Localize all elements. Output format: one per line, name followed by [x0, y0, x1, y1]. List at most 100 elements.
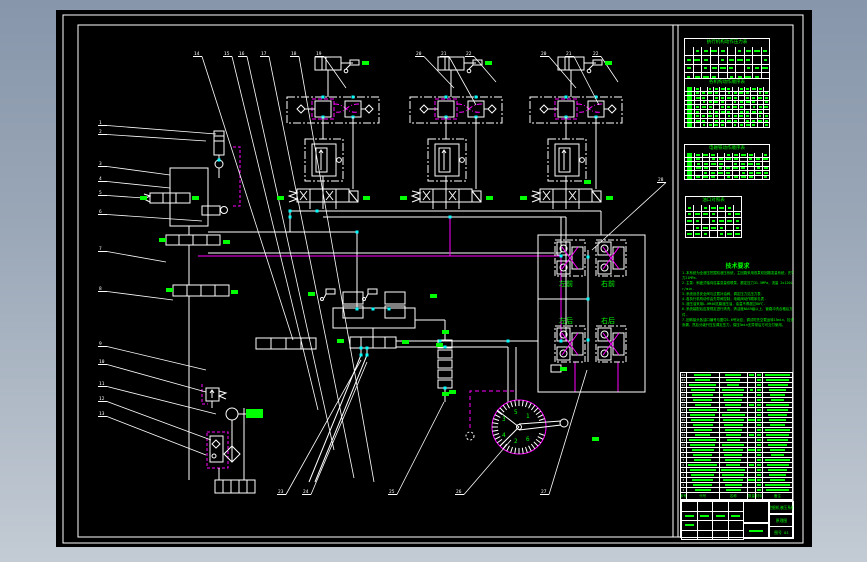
junction-dot	[559, 254, 563, 258]
cad-canvas[interactable]: 左前 右前 左后 右后 3 5 1 4 2 6 14 15 16 17 18 19 20 21…	[56, 10, 812, 547]
table-symbol	[687, 114, 692, 118]
bom-cell	[720, 393, 748, 397]
table-cell	[755, 153, 762, 157]
table-cell	[693, 55, 701, 64]
table-cell	[738, 87, 744, 91]
table-grid	[685, 153, 769, 179]
table-mark	[745, 124, 750, 127]
title-block-cell	[696, 529, 713, 540]
table-cell	[685, 114, 694, 118]
component-tag	[400, 196, 407, 200]
table-cell	[702, 64, 710, 73]
table-mark	[714, 115, 718, 118]
table-cell	[710, 171, 717, 175]
swivel-port-number: 4	[502, 432, 506, 439]
table-cell	[732, 153, 739, 157]
bom-cell	[748, 393, 757, 397]
table-cell	[710, 64, 718, 73]
notes-line: 1.本系统为全液压挖掘机液压系统，主回路采用双泵双回路变量系统，先导操纵，工作压	[682, 271, 793, 275]
table-cell	[710, 47, 718, 55]
bom-mark	[765, 404, 790, 406]
balloon: 28	[591, 177, 667, 251]
table-cell	[755, 175, 762, 179]
sequence-table-1: 执行机构动作压力表	[684, 38, 770, 82]
motor-label-left-front: 左前	[559, 279, 573, 288]
table-symbol	[687, 157, 692, 161]
table-mark	[729, 67, 734, 70]
table-cell	[702, 205, 709, 211]
valve-group-1	[286, 56, 380, 210]
table-mark	[694, 233, 701, 236]
bom-cell	[763, 453, 792, 457]
bom-mark	[748, 419, 755, 421]
table-mark	[733, 96, 737, 99]
bom-qty-mark	[757, 413, 762, 417]
component-tag	[308, 292, 315, 296]
table-cell	[713, 114, 719, 118]
component-tag	[436, 343, 443, 347]
component-tags	[140, 61, 613, 441]
table-mark	[752, 105, 756, 108]
component-tag	[362, 61, 369, 65]
table-cell	[686, 205, 693, 211]
bom-mark	[693, 429, 712, 431]
bom-qty-mark	[757, 433, 762, 437]
bom-cell	[763, 378, 792, 382]
title-block-drawing-area	[743, 501, 769, 523]
table-cell	[745, 105, 751, 109]
notes-title: 技术要求	[725, 263, 750, 270]
table-cell	[738, 118, 744, 123]
table-cell	[751, 100, 757, 105]
table-cell	[726, 105, 732, 109]
bom-cell	[687, 443, 720, 447]
notes-line: 渗漏，然后分级升压至调定压力，保压3min无异常后方可交付使用。	[682, 323, 786, 328]
bom-cell	[748, 468, 757, 472]
table-cell	[710, 231, 717, 237]
table-mark	[763, 171, 768, 174]
table-mark	[720, 49, 725, 52]
bom-cell	[763, 428, 792, 432]
table-mark	[726, 96, 731, 99]
table-cell	[695, 87, 701, 91]
balloon: 17	[260, 51, 355, 479]
table-cell	[695, 157, 702, 161]
table-cell	[707, 118, 713, 123]
table-symbol	[687, 87, 692, 91]
item-balloons: 14 15 16 17 18 19 20 21 22 20 21 221234567891011121…	[98, 51, 667, 495]
bom-cell	[687, 453, 720, 457]
bom-mark	[766, 379, 789, 381]
table-cell	[685, 162, 694, 166]
table-cell	[695, 105, 701, 109]
table-cell	[757, 114, 763, 118]
bom-mark	[724, 454, 743, 456]
title-block-name-0: 挖掘机液压系统	[769, 501, 794, 515]
table-cell	[753, 55, 761, 64]
table-cell	[763, 96, 769, 100]
table-cell	[710, 166, 717, 170]
table-cell	[740, 162, 747, 166]
table-cell	[701, 91, 707, 96]
table-grid	[686, 205, 741, 237]
table-mark	[714, 124, 719, 127]
bom-mark	[694, 404, 711, 406]
bom-mark	[768, 444, 787, 446]
bom-mark	[766, 434, 789, 436]
table-mark	[704, 67, 708, 70]
bom-mark	[723, 479, 743, 481]
bom-mark	[770, 479, 786, 481]
bom-cell	[748, 438, 757, 442]
title-block-mark	[749, 530, 763, 532]
table-mark	[763, 167, 768, 170]
wheel-motor-group	[537, 234, 646, 393]
table-mark	[711, 49, 718, 52]
bom-mark	[691, 449, 714, 451]
table-cell	[695, 166, 702, 170]
table-cell	[685, 171, 694, 175]
title-block-mark	[715, 514, 725, 517]
table-mark	[765, 101, 768, 104]
table-cell	[738, 114, 744, 118]
junction-dot	[365, 346, 369, 350]
bom-cell	[748, 428, 757, 432]
table-mark	[708, 115, 713, 118]
bom-cell	[756, 478, 764, 482]
